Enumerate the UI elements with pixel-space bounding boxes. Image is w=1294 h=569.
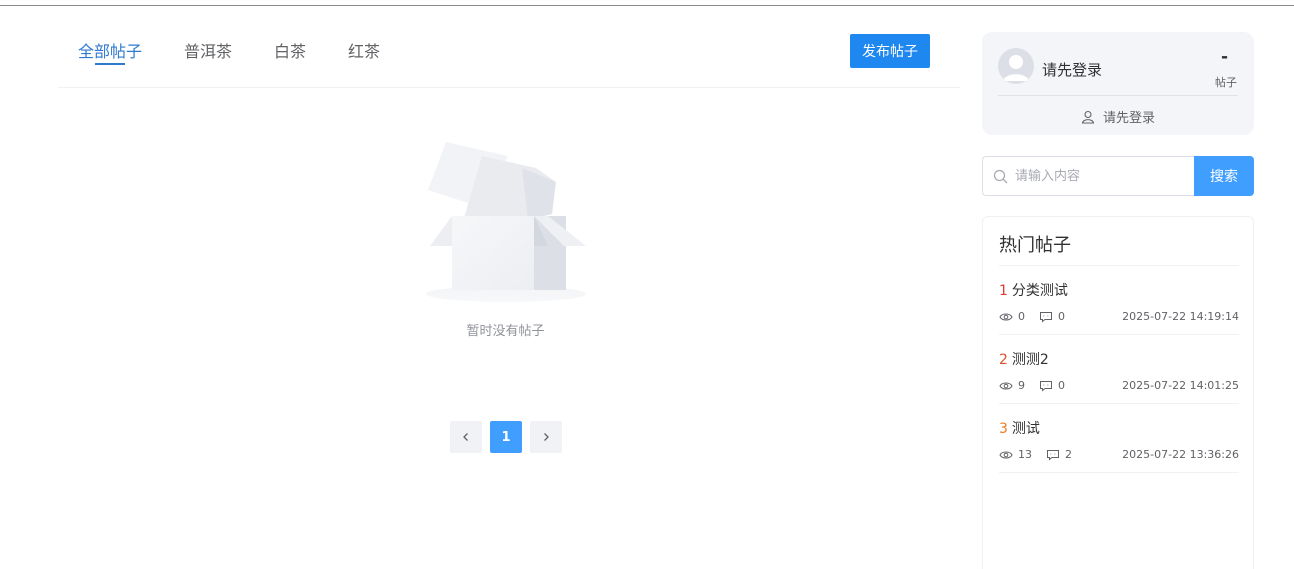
chevron-right-icon (544, 433, 549, 441)
page-number-button[interactable]: 1 (490, 421, 522, 453)
tab-black-tea[interactable]: 红茶 (348, 38, 380, 62)
main-content: 全部帖子 普洱茶 白茶 红茶 发布帖子 暂时没有帖子 1 (58, 30, 960, 560)
post-timestamp: 2025-07-22 14:19:14 (1122, 310, 1239, 323)
hot-post-item[interactable]: 2 测测2 9 0 2025-07-22 14:01:25 (999, 335, 1239, 404)
hot-post-title-text: 测测2 (1011, 352, 1049, 368)
hot-post-rank: 2 (999, 352, 1008, 368)
hot-post-rank: 1 (999, 283, 1008, 299)
tab-all-posts[interactable]: 全部帖子 (78, 38, 142, 62)
comment-icon (1040, 311, 1052, 323)
hot-post-title: 3 测试 (999, 418, 1040, 438)
hot-post-rank: 3 (999, 421, 1008, 437)
tab-white-tea[interactable]: 白茶 (274, 38, 306, 62)
comment-icon (1047, 449, 1059, 461)
search-field (982, 156, 1194, 196)
comment-count: 0 (1058, 310, 1065, 323)
user-name: 请先登录 (1042, 61, 1103, 79)
hot-post-title-text: 测试 (1011, 421, 1040, 437)
post-count-value: - (1220, 47, 1228, 67)
search-input[interactable] (1015, 157, 1191, 195)
next-page-button[interactable] (530, 421, 562, 453)
empty-state-text: 暂时没有帖子 (466, 324, 545, 339)
comment-icon (1040, 380, 1052, 392)
eye-icon (999, 313, 1013, 320)
category-tabs: 全部帖子 普洱茶 白茶 红茶 发布帖子 (58, 30, 960, 88)
hot-post-title-text: 分类测试 (1011, 283, 1068, 299)
default-avatar-icon (1003, 55, 1029, 81)
view-count: 9 (1018, 379, 1025, 392)
view-count: 0 (1018, 310, 1025, 323)
user-icon (1081, 110, 1095, 124)
login-link-label: 请先登录 (1102, 111, 1155, 126)
comment-count: 2 (1065, 448, 1072, 461)
card-divider (998, 95, 1238, 96)
chevron-left-icon (463, 433, 468, 441)
top-border (0, 0, 1294, 6)
publish-post-button[interactable]: 发布帖子 (850, 34, 930, 68)
active-tab-indicator (95, 63, 125, 65)
hot-posts-title: 热门帖子 (999, 235, 1071, 256)
tab-puer-tea[interactable]: 普洱茶 (184, 38, 232, 62)
hot-post-title: 1 分类测试 (999, 280, 1068, 300)
search-icon (993, 169, 1008, 184)
eye-icon (999, 451, 1013, 458)
user-card: 请先登录 - 帖子 请先登录 (982, 32, 1254, 135)
prev-page-button[interactable] (450, 421, 482, 453)
post-count-label: 帖子 (1215, 76, 1237, 89)
eye-icon (999, 382, 1013, 389)
search-button[interactable]: 搜索 (1194, 156, 1254, 196)
hot-post-title: 2 测测2 (999, 349, 1049, 369)
post-timestamp: 2025-07-22 13:36:26 (1122, 448, 1239, 461)
hot-post-item[interactable]: 1 分类测试 0 0 2025-07-22 14:19:14 (999, 266, 1239, 335)
hot-posts-card: 热门帖子 1 分类测试 0 0 2025-07-22 14:19:14 2 测测2 … (982, 216, 1254, 569)
hot-post-meta: 9 0 2025-07-22 14:01:25 (999, 379, 1239, 392)
hot-post-meta: 13 2 2025-07-22 13:36:26 (999, 448, 1239, 461)
avatar[interactable] (998, 48, 1034, 84)
post-timestamp: 2025-07-22 14:01:25 (1122, 379, 1239, 392)
hot-post-meta: 0 0 2025-07-22 14:19:14 (999, 310, 1239, 323)
comment-count: 0 (1058, 379, 1065, 392)
hot-post-item[interactable]: 3 测试 13 2 2025-07-22 13:36:26 (999, 404, 1239, 473)
view-count: 13 (1018, 448, 1032, 461)
empty-box-illustration (426, 142, 586, 302)
login-link[interactable]: 请先登录 (982, 107, 1254, 126)
